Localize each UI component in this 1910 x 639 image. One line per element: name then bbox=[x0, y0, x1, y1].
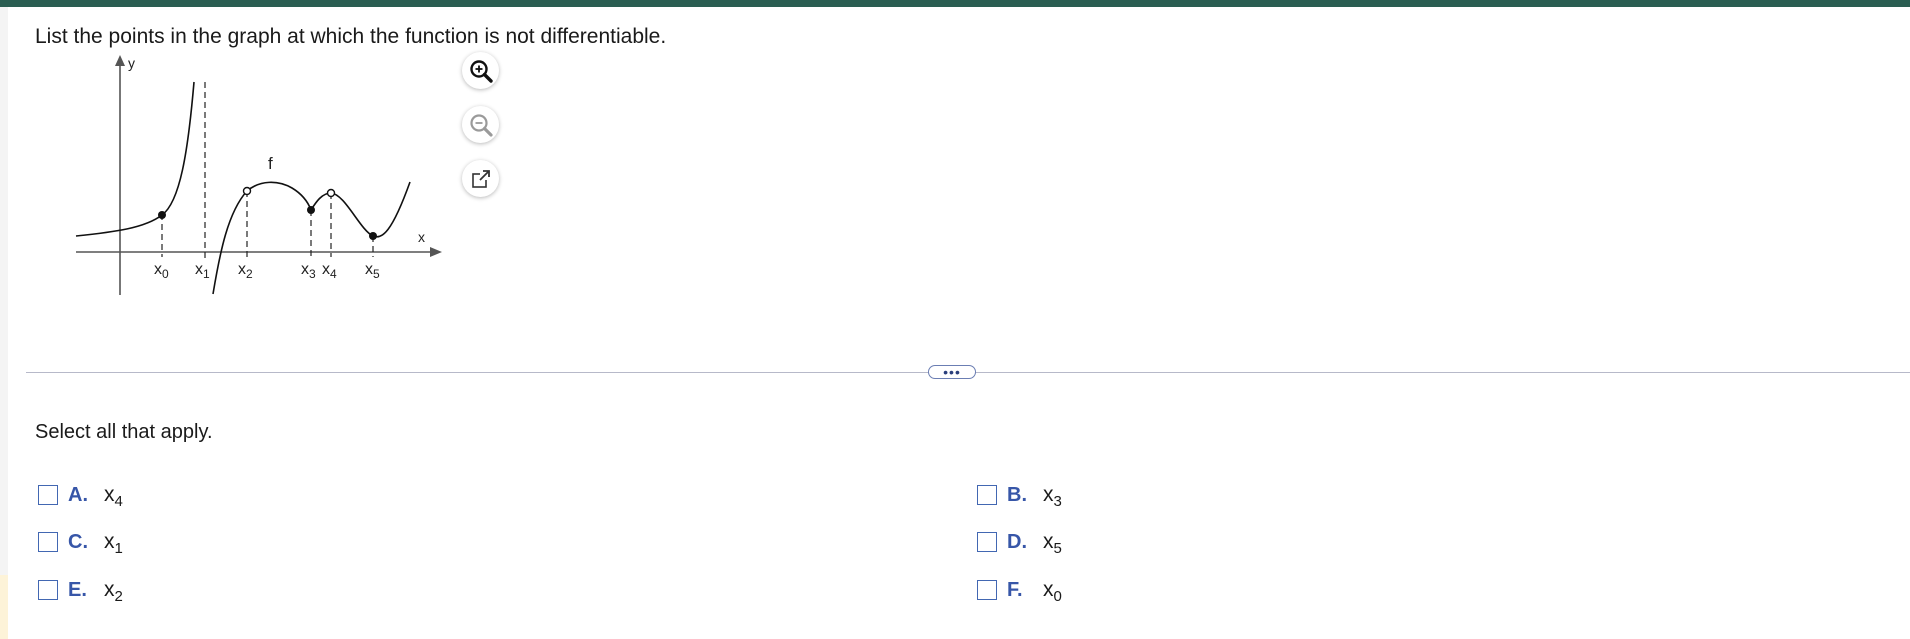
expand-more-button[interactable]: ••• bbox=[928, 365, 976, 379]
checkbox-e[interactable] bbox=[38, 580, 58, 600]
curve-left-branch bbox=[75, 81, 195, 237]
instruction-text: Select all that apply. bbox=[35, 421, 213, 443]
option-value: x3 bbox=[1043, 483, 1062, 510]
question-text: List the points in the graph at which th… bbox=[35, 25, 667, 48]
checkbox-d[interactable] bbox=[977, 532, 997, 552]
point-x3-filled bbox=[307, 206, 315, 214]
option-value: x5 bbox=[1043, 530, 1062, 557]
option-value: x1 bbox=[104, 530, 123, 557]
x-axis-arrow bbox=[430, 247, 442, 257]
function-graph: y x f x0 x1 x2 x3 x4 x5 bbox=[70, 52, 450, 300]
option-value: x2 bbox=[104, 578, 123, 605]
top-bar bbox=[0, 0, 1910, 7]
zoom-in-button[interactable] bbox=[462, 52, 499, 89]
option-letter: E. bbox=[68, 578, 87, 601]
option-value: x0 bbox=[1043, 578, 1062, 605]
left-rail bbox=[0, 7, 8, 639]
option-b[interactable]: B. x3 bbox=[977, 480, 1062, 510]
checkbox-a[interactable] bbox=[38, 485, 58, 505]
option-letter: C. bbox=[68, 530, 88, 553]
checkbox-c[interactable] bbox=[38, 532, 58, 552]
curve-hump bbox=[246, 181, 312, 211]
tick-label-x5: x5 bbox=[365, 261, 380, 281]
option-d[interactable]: D. x5 bbox=[977, 527, 1062, 557]
point-x5-filled bbox=[369, 232, 377, 240]
external-link-icon bbox=[471, 169, 490, 188]
option-letter: B. bbox=[1007, 483, 1027, 506]
tick-label-x0: x0 bbox=[154, 261, 169, 281]
checkbox-f[interactable] bbox=[977, 580, 997, 600]
left-rail-accent bbox=[0, 575, 8, 639]
open-in-new-window-button[interactable] bbox=[462, 160, 499, 197]
option-letter: A. bbox=[68, 483, 88, 506]
x-axis-label: x bbox=[418, 229, 425, 245]
point-x2-open bbox=[242, 186, 252, 196]
zoom-out-icon bbox=[469, 113, 493, 137]
option-letter: F. bbox=[1007, 578, 1023, 601]
point-x4-open bbox=[326, 188, 336, 198]
option-c[interactable]: C. x1 bbox=[38, 527, 123, 557]
checkbox-b[interactable] bbox=[977, 485, 997, 505]
tick-label-x3: x3 bbox=[301, 261, 316, 281]
zoom-out-button[interactable] bbox=[462, 106, 499, 143]
tick-label-x1: x1 bbox=[195, 261, 210, 281]
option-a[interactable]: A. x4 bbox=[38, 480, 123, 510]
function-label: f bbox=[268, 154, 273, 173]
option-value: x4 bbox=[104, 483, 123, 510]
zoom-in-icon bbox=[469, 59, 493, 83]
tick-label-x2: x2 bbox=[238, 261, 253, 281]
option-f[interactable]: F. x0 bbox=[977, 575, 1062, 605]
y-axis-arrow bbox=[115, 55, 125, 66]
curve-tail bbox=[330, 181, 411, 238]
y-axis-label: y bbox=[128, 55, 135, 71]
tick-label-x4: x4 bbox=[322, 261, 337, 281]
option-e[interactable]: E. x2 bbox=[38, 575, 123, 605]
point-x0-filled bbox=[158, 211, 166, 219]
curve-right-branch bbox=[212, 190, 248, 295]
option-letter: D. bbox=[1007, 530, 1027, 553]
